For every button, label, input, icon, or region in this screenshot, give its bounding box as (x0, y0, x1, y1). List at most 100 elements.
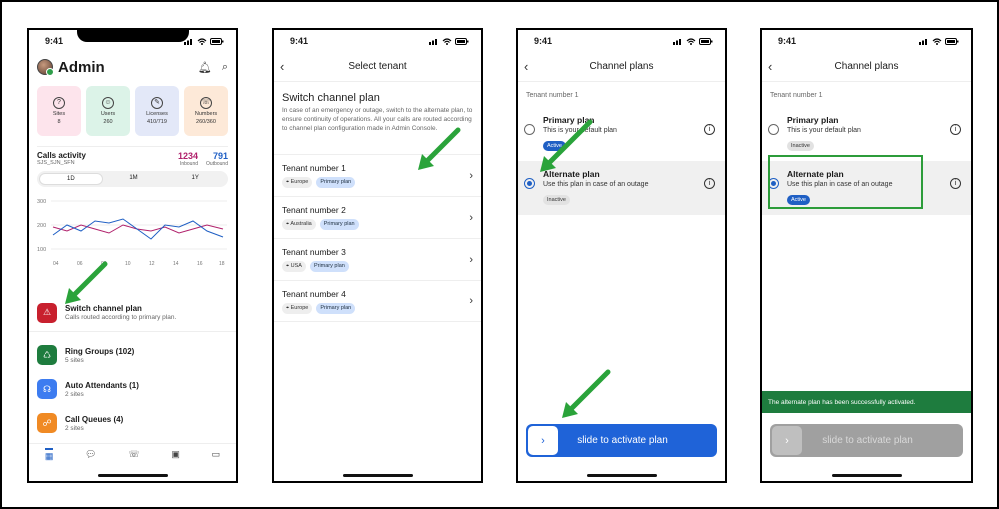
inbound-series (52, 224, 224, 234)
video-tab-icon[interactable]: ▭ (212, 449, 221, 460)
avatar[interactable] (37, 59, 54, 76)
info-icon[interactable]: i (950, 124, 961, 135)
nav-bar: ‹ Channel plans (518, 52, 725, 82)
range-1y[interactable]: 1Y (164, 173, 226, 185)
chevron-right-icon: › (469, 253, 473, 266)
list-item[interactable]: ☍ Call Queues (4) 2 sites (29, 406, 236, 440)
status-icons (919, 37, 959, 45)
slider-label: slide to activate plan (577, 435, 668, 446)
y-tick: 200 (37, 223, 46, 229)
outbound-stat: 791 Outbound (206, 151, 228, 167)
tenant-name: Tenant number 2 (282, 205, 346, 215)
plan-description: Use this plan in case of an outage (543, 181, 649, 188)
slider-knob-icon[interactable]: › (528, 426, 558, 455)
tenant-label: Tenant number 1 (770, 92, 823, 99)
chevron-right-icon: › (469, 169, 473, 182)
phone-select-tenant: 9:41 ‹ Select tenant Switch channel plan… (272, 28, 483, 483)
tile-value: 260/360 (196, 119, 216, 125)
feature-list: ⚠ Switch channel plan Calls routed accor… (29, 294, 236, 440)
primary-plan-radio[interactable] (768, 124, 779, 135)
list-item-subtitle: Calls routed according to primary plan. (65, 314, 177, 321)
summary-tiles: ? Sites 8 ☺ Users 260 ✎ Licenses 410/719 ☏ … (29, 82, 236, 140)
battery-icon (455, 37, 469, 45)
status-icons (673, 37, 713, 45)
tenant-row[interactable]: Tenant number 3 ⌖ USA Primary plan › (274, 238, 481, 280)
calls-subtitle: SJS_SJN_SFN (37, 160, 75, 166)
home-indicator (342, 474, 413, 477)
plan-tag: Primary plan (316, 302, 356, 314)
feature-icon: ☍ (37, 413, 57, 433)
list-item[interactable]: ☊ Auto Attendants (1) 2 sites (29, 372, 236, 406)
region-tag: ⌖ Europe (282, 302, 313, 314)
plan-tag: Primary plan (319, 219, 359, 230)
tile-label: Sites (52, 111, 66, 117)
battery-icon (699, 37, 713, 45)
nav-title: Select tenant (348, 61, 407, 72)
alternate-plan-radio[interactable] (524, 178, 535, 189)
tile-icon: ☏ (200, 97, 212, 109)
summary-tile[interactable]: ✎ Licenses 410/719 (135, 86, 179, 136)
summary-tile[interactable]: ? Sites 8 (37, 86, 81, 136)
phone-notch (77, 30, 189, 42)
section-heading: Switch channel plan (282, 92, 380, 104)
highlight-box (768, 155, 923, 209)
primary-plan-option[interactable]: Primary plan This is your default plan I… (762, 107, 971, 161)
green-arrow-icon (418, 127, 461, 170)
calls-activity-card: Calls activity SJS_SJN_SFN 1234 Inbound 7… (37, 146, 228, 271)
info-icon[interactable]: i (704, 178, 715, 189)
list-item-title: Auto Attendants (1) (65, 380, 139, 390)
wifi-icon (197, 37, 207, 45)
list-item-subtitle: 2 sites (65, 424, 84, 432)
tile-value: 8 (57, 119, 61, 125)
summary-tile[interactable]: ☺ Users 260 (86, 86, 130, 136)
list-item[interactable]: ♺ Ring Groups (102) 5 sites (29, 338, 236, 372)
tenant-row[interactable]: Tenant number 4 ⌖ Europe Primary plan › (274, 280, 481, 322)
page-title: Admin (58, 58, 105, 76)
bell-icon[interactable]: 🔔︎ (198, 61, 212, 74)
status-icons (184, 37, 224, 45)
chevron-right-icon: › (469, 295, 473, 307)
back-icon[interactable]: ‹ (768, 59, 772, 74)
tenant-name: Tenant number 4 (282, 288, 346, 299)
range-1d[interactable]: 1D (39, 173, 103, 185)
battery-icon (945, 37, 959, 45)
back-icon[interactable]: ‹ (524, 59, 528, 74)
list-item-subtitle: 5 sites (65, 356, 84, 364)
messages-tab-icon[interactable]: 💬︎ (85, 449, 96, 460)
admin-header: Admin 🔔︎ ⌕ (29, 52, 236, 82)
home-indicator (831, 474, 902, 477)
feature-icon: ☊ (37, 379, 57, 399)
wifi-icon (442, 37, 452, 45)
x-tick: 18 (219, 261, 225, 267)
tenant-label: Tenant number 1 (526, 92, 579, 99)
tile-value: 260 (103, 119, 113, 125)
tile-icon: ☺ (102, 97, 114, 109)
primary-plan-radio[interactable] (524, 124, 535, 135)
contacts-tab-icon[interactable]: ▣ (171, 449, 180, 460)
inbound-stat: 1234 Inbound (178, 151, 199, 167)
list-item-subtitle: 2 sites (65, 390, 84, 398)
phone-tab-icon[interactable]: ☏ (128, 449, 139, 460)
dashboard-tab-icon[interactable]: ▦ (44, 447, 54, 462)
info-icon[interactable]: i (950, 178, 961, 189)
wifi-icon (686, 37, 696, 45)
nav-title: Channel plans (834, 61, 899, 72)
summary-tile[interactable]: ☏ Numbers 260/360 (184, 86, 228, 136)
y-tick: 100 (37, 247, 46, 253)
activate-slider[interactable]: › slide to activate plan (526, 424, 717, 457)
tenant-name: Tenant number 1 (282, 163, 346, 173)
tenant-name: Tenant number 3 (282, 247, 346, 257)
list-item-title: Call Queues (4) (65, 414, 124, 424)
range-1m[interactable]: 1M (103, 173, 165, 185)
tenant-row[interactable]: Tenant number 2 ⌖ Australia Primary plan… (274, 196, 481, 238)
wifi-icon (932, 37, 942, 45)
feature-icon: ⚠ (37, 302, 57, 323)
status-bar: 9:41 (762, 30, 971, 52)
x-tick: 10 (125, 261, 131, 267)
info-icon[interactable]: i (704, 124, 715, 135)
status-bar: 9:41 (274, 30, 481, 52)
tile-label: Numbers (194, 111, 218, 117)
tile-icon: ? (53, 97, 65, 109)
back-icon[interactable]: ‹ (280, 59, 284, 74)
search-icon[interactable]: ⌕ (222, 61, 228, 74)
